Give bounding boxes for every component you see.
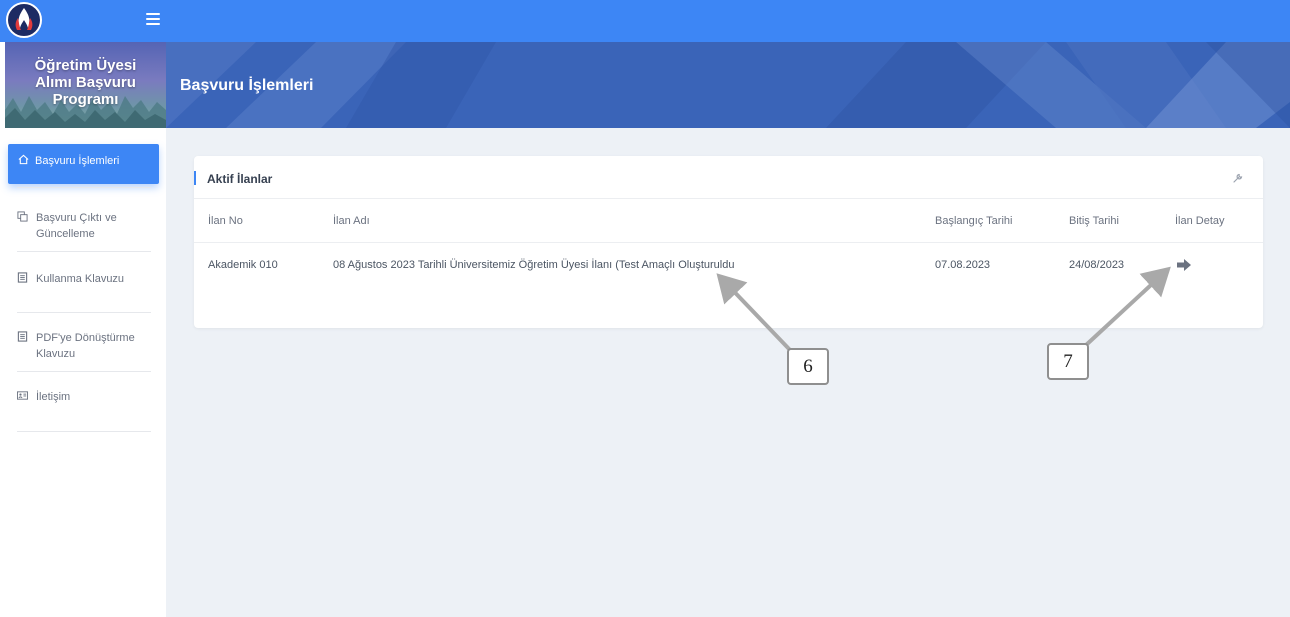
column-header-baslangic: Başlangıç Tarihi xyxy=(935,215,1013,227)
menu-toggle-icon[interactable] xyxy=(146,13,160,25)
page-title: Başvuru İşlemleri xyxy=(180,77,314,94)
cell-ilan-no: Akademik 010 xyxy=(208,259,278,271)
sidebar-item-iletisim[interactable]: İletişim xyxy=(17,389,151,405)
sidebar-item-pdf-klavuzu[interactable]: PDF'ye Dönüştürme Klavuzu xyxy=(17,330,151,362)
divider xyxy=(17,187,151,188)
arrow-right-icon[interactable] xyxy=(1176,258,1192,272)
annotation-callout-6: 6 xyxy=(787,348,829,385)
sidebar-item-basvuru-islemleri[interactable]: Başvuru İşlemleri xyxy=(8,144,159,184)
annotation-callout-7: 7 xyxy=(1047,343,1089,380)
cell-baslangic-tarihi: 07.08.2023 xyxy=(935,259,991,271)
card-accent-bar xyxy=(194,171,196,185)
column-header-ilan-no: İlan No xyxy=(208,215,243,227)
document-icon xyxy=(17,272,28,283)
program-title: Öğretim Üyesi Alımı Başvuru Programı xyxy=(34,57,137,108)
copy-icon xyxy=(17,211,28,222)
divider xyxy=(17,251,151,252)
table-divider xyxy=(194,242,1263,243)
university-logo[interactable] xyxy=(6,2,42,38)
cell-ilan-adi: 08 Ağustos 2023 Tarihli Üniversitemiz Öğ… xyxy=(333,259,735,271)
page-header: Başvuru İşlemleri xyxy=(166,42,1290,128)
home-icon xyxy=(18,154,29,165)
column-header-ilan-detay: İlan Detay xyxy=(1175,215,1225,227)
column-header-ilan-adi: İlan Adı xyxy=(333,215,370,227)
sidebar-item-basvuru-cikti[interactable]: Başvuru Çıktı ve Güncelleme xyxy=(17,210,151,242)
document-icon xyxy=(17,331,28,342)
sidebar-item-label: Başvuru Çıktı ve Güncelleme xyxy=(36,212,117,240)
wrench-icon[interactable] xyxy=(1233,173,1243,183)
sidebar-item-kullanma-klavuzu[interactable]: Kullanma Klavuzu xyxy=(17,271,151,287)
sidebar: Öğretim Üyesi Alımı Başvuru Programı Baş… xyxy=(0,42,166,617)
active-listings-card: Aktif İlanlar İlan No İlan Adı Başlangıç… xyxy=(194,156,1263,328)
contact-card-icon xyxy=(17,391,28,400)
sidebar-brand: Öğretim Üyesi Alımı Başvuru Programı xyxy=(5,42,166,128)
column-header-bitis: Bitiş Tarihi xyxy=(1069,215,1119,227)
divider xyxy=(17,371,151,372)
divider xyxy=(17,312,151,313)
top-bar xyxy=(0,0,1290,42)
divider xyxy=(17,431,151,432)
sidebar-item-label: Kullanma Klavuzu xyxy=(36,273,125,285)
card-title: Aktif İlanlar xyxy=(207,172,273,186)
cell-bitis-tarihi: 24/08/2023 xyxy=(1069,259,1125,271)
sidebar-item-label: İletişim xyxy=(36,391,71,403)
card-header: Aktif İlanlar xyxy=(194,156,1263,199)
sidebar-item-label: Başvuru İşlemleri xyxy=(35,155,120,167)
sidebar-item-label: PDF'ye Dönüştürme Klavuzu xyxy=(36,332,135,360)
